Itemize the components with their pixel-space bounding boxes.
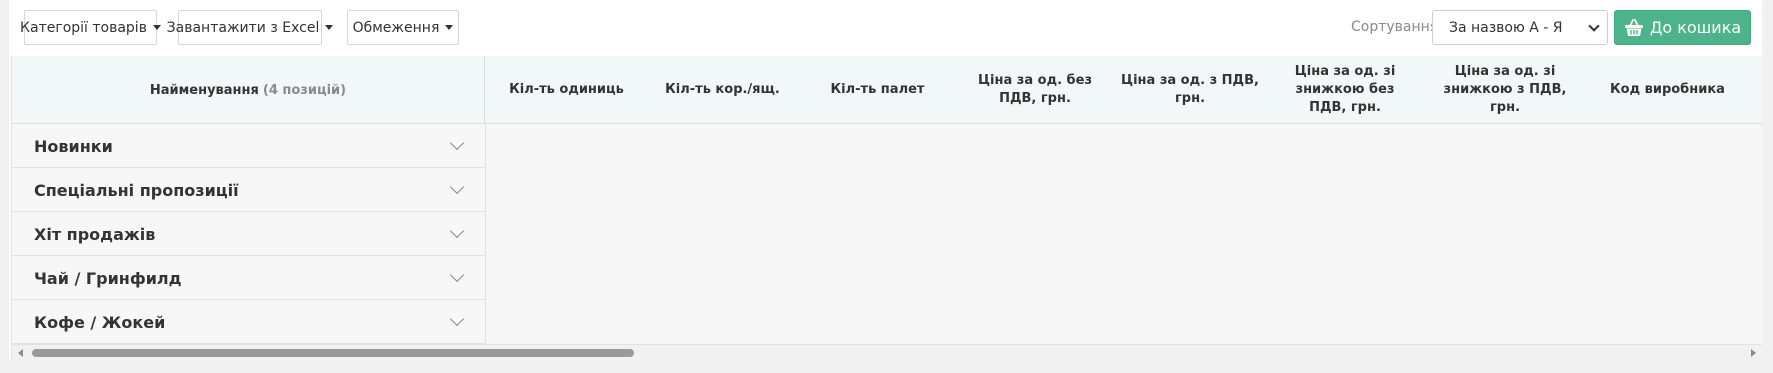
column-header-discount-price-no-vat[interactable]: Ціна за од. зі знижкою без ПДВ, грн. <box>1275 56 1415 124</box>
chevron-down-icon[interactable] <box>449 223 465 239</box>
categories-label: Категорії товарів <box>20 19 147 36</box>
chevron-down-icon[interactable] <box>449 311 465 327</box>
chevron-down-icon[interactable] <box>449 135 465 151</box>
chevron-down-icon <box>1588 20 1600 32</box>
limits-dropdown-button[interactable]: Обмеження <box>347 10 459 45</box>
row-data-area <box>486 256 1762 300</box>
scroll-left-icon[interactable] <box>18 349 23 357</box>
column-header-price-no-vat[interactable]: Ціна за од. без ПДВ, грн. <box>965 56 1105 124</box>
name-header-count: (4 позицій) <box>262 82 347 98</box>
column-header-pallets[interactable]: Кіл-ть палет <box>810 56 945 124</box>
row-data-area <box>486 124 1762 168</box>
basket-icon <box>1624 18 1643 36</box>
limits-label: Обмеження <box>352 19 440 36</box>
excel-label: Завантажити з Excel <box>166 19 320 36</box>
products-panel: Категорії товарів Завантажити з Excel Об… <box>9 0 1762 360</box>
sort-selected-value: За назвою А - Я <box>1449 19 1563 36</box>
column-header-manufacturer-code[interactable]: Код виробника <box>1595 56 1740 124</box>
column-header-price-vat[interactable]: Ціна за од. з ПДВ, грн. <box>1120 56 1260 124</box>
group-label: Спеціальні пропозиції <box>34 181 239 200</box>
group-row-special-offers[interactable]: Спеціальні пропозиції <box>12 168 1762 212</box>
group-label: Чай / Гринфилд <box>34 269 182 288</box>
cart-label: До кошика <box>1649 18 1742 37</box>
sort-label: Сортування <box>1351 19 1439 35</box>
caret-down-icon <box>445 25 454 30</box>
group-label: Хіт продажів <box>34 225 156 244</box>
group-label: Кофе / Жокей <box>34 313 166 332</box>
name-column-header[interactable]: Найменування (4 позицій) <box>12 56 485 124</box>
column-header-units[interactable]: Кіл-ть одиниць <box>499 56 634 124</box>
row-data-area <box>486 168 1762 212</box>
row-data-area <box>486 212 1762 256</box>
group-row-coffee-jockey[interactable]: Кофе / Жокей <box>12 300 1762 344</box>
excel-upload-dropdown-button[interactable]: Завантажити з Excel <box>167 10 334 45</box>
horizontal-scrollbar[interactable] <box>12 344 1762 360</box>
group-row-tea-greenfield[interactable]: Чай / Гринфилд <box>12 256 1762 300</box>
row-data-area <box>486 300 1762 344</box>
scrollbar-thumb[interactable] <box>32 349 634 357</box>
group-row-novelties[interactable]: Новинки <box>12 124 1762 168</box>
column-header-discount-price-vat[interactable]: Ціна за од. зі знижкою з ПДВ, грн. <box>1430 56 1580 124</box>
column-header-boxes[interactable]: Кіл-ть кор./ящ. <box>655 56 790 124</box>
group-row-bestsellers[interactable]: Хіт продажів <box>12 212 1762 256</box>
caret-down-icon <box>152 25 161 30</box>
chevron-down-icon[interactable] <box>449 179 465 195</box>
scroll-right-icon[interactable] <box>1751 349 1756 357</box>
products-table: Найменування (4 позицій) Кіл-ть одиниць … <box>11 56 1762 360</box>
categories-dropdown-button[interactable]: Категорії товарів <box>20 10 161 45</box>
group-label: Новинки <box>34 137 113 156</box>
toolbar: Категорії товарів Завантажити з Excel Об… <box>9 0 1762 56</box>
name-header-label: Найменування <box>149 82 259 98</box>
table-header: Найменування (4 позицій) Кіл-ть одиниць … <box>12 56 1762 124</box>
caret-down-icon <box>325 25 334 30</box>
chevron-down-icon[interactable] <box>449 267 465 283</box>
add-to-cart-button[interactable]: До кошика <box>1614 10 1751 45</box>
sort-select[interactable]: За назвою А - Я <box>1432 10 1608 45</box>
